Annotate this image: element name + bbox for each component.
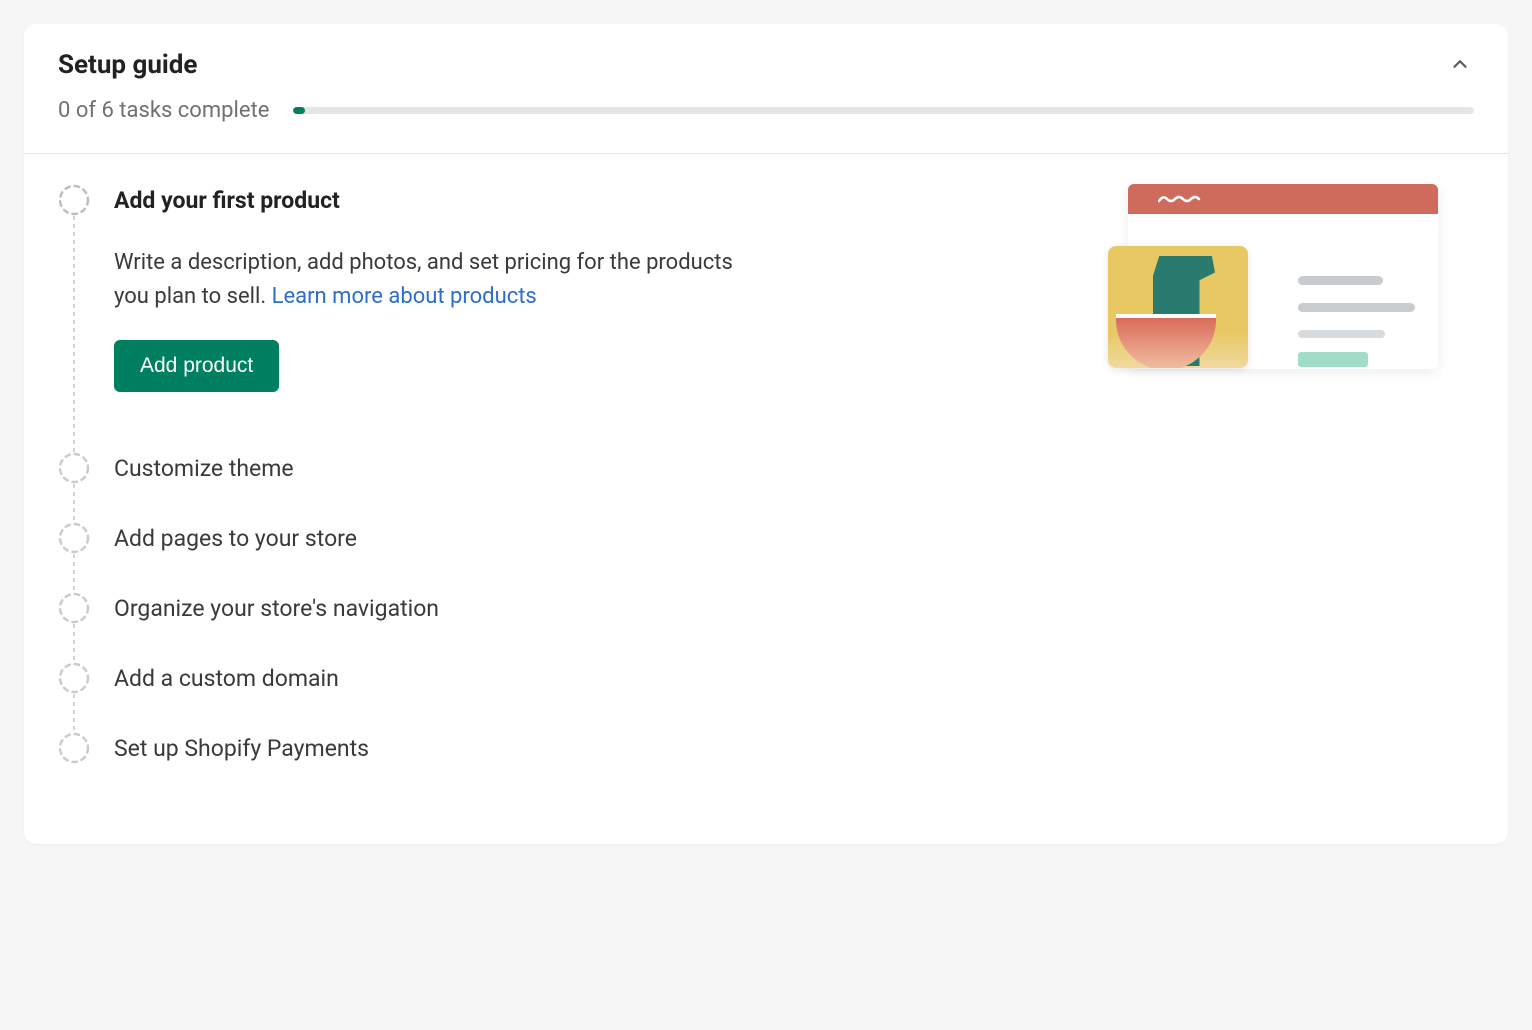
progress-bar [293, 107, 1474, 114]
learn-more-link[interactable]: Learn more about products [272, 284, 537, 309]
task-checkbox[interactable] [58, 184, 90, 216]
task-title[interactable]: Add your first product [114, 186, 1474, 216]
dashed-circle-icon [58, 732, 90, 764]
chevron-up-icon [1449, 53, 1471, 75]
dashed-circle-icon [58, 184, 90, 216]
task-item-custom-domain: Add a custom domain [58, 662, 1474, 732]
dashed-circle-icon [58, 592, 90, 624]
task-content: Add your first product Write a descripti… [114, 184, 1474, 392]
task-item-add-product: Add your first product Write a descripti… [58, 184, 1474, 452]
task-title[interactable]: Add a custom domain [114, 664, 1474, 694]
task-checkbox[interactable] [58, 452, 90, 484]
collapse-button[interactable] [1446, 50, 1474, 78]
dashed-circle-icon [58, 452, 90, 484]
task-content: Organize your store's navigation [114, 592, 1474, 624]
task-content: Add pages to your store [114, 522, 1474, 554]
task-title[interactable]: Set up Shopify Payments [114, 734, 1474, 764]
task-item-customize-theme: Customize theme [58, 452, 1474, 522]
dashed-circle-icon [58, 522, 90, 554]
task-checkbox[interactable] [58, 592, 90, 624]
card-title: Setup guide [58, 50, 1474, 80]
progress-text: 0 of 6 tasks complete [58, 98, 269, 123]
task-checkbox[interactable] [58, 522, 90, 554]
add-product-button[interactable]: Add product [114, 340, 279, 392]
task-list: Add your first product Write a descripti… [58, 184, 1474, 802]
card-body: Add your first product Write a descripti… [24, 154, 1508, 844]
task-title[interactable]: Customize theme [114, 454, 1474, 484]
setup-guide-card: Setup guide 0 of 6 tasks complete [24, 24, 1508, 844]
progress-fill [293, 107, 305, 114]
task-item-shopify-payments: Set up Shopify Payments [58, 732, 1474, 802]
task-content: Customize theme [114, 452, 1474, 484]
task-checkbox[interactable] [58, 662, 90, 694]
task-title[interactable]: Organize your store's navigation [114, 594, 1474, 624]
task-description: Write a description, add photos, and set… [114, 246, 734, 314]
progress-row: 0 of 6 tasks complete [58, 98, 1474, 123]
dashed-circle-icon [58, 662, 90, 694]
task-checkbox[interactable] [58, 732, 90, 764]
task-content: Add a custom domain [114, 662, 1474, 694]
task-item-add-pages: Add pages to your store [58, 522, 1474, 592]
task-item-organize-navigation: Organize your store's navigation [58, 592, 1474, 662]
task-content: Set up Shopify Payments [114, 732, 1474, 764]
card-header: Setup guide 0 of 6 tasks complete [24, 24, 1508, 154]
task-title[interactable]: Add pages to your store [114, 524, 1474, 554]
